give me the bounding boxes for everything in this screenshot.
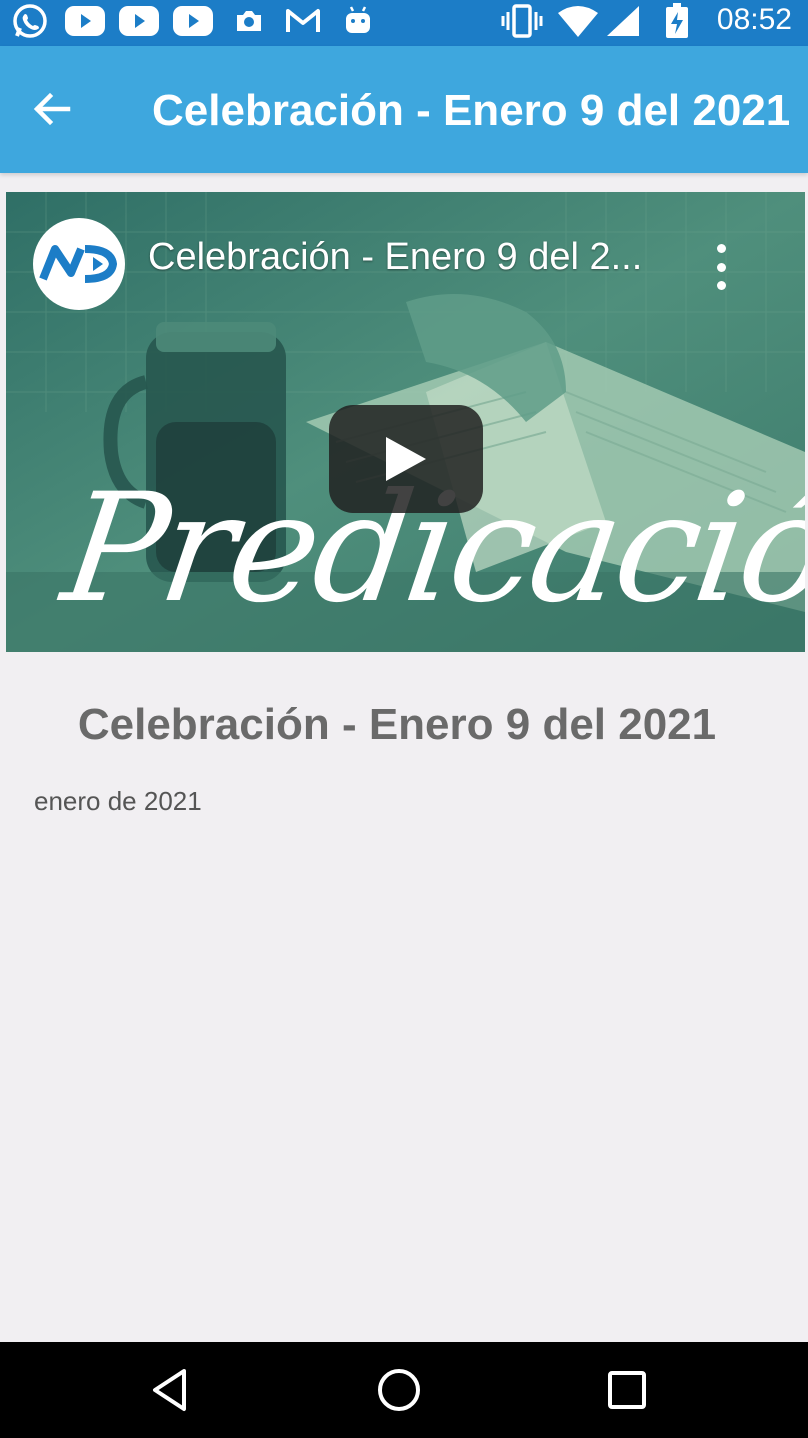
- more-options-icon[interactable]: [706, 244, 736, 290]
- camera-icon: [234, 2, 264, 40]
- gmail-icon: [284, 2, 322, 40]
- youtube-icon: [64, 2, 106, 40]
- channel-logo[interactable]: [33, 218, 125, 310]
- recents-nav-button[interactable]: [597, 1360, 657, 1420]
- navigation-bar: [0, 1342, 808, 1438]
- content-title: Celebración - Enero 9 del 2021: [77, 700, 717, 749]
- signal-icon: [604, 2, 642, 40]
- wifi-icon: [556, 2, 600, 40]
- circle-home-icon: [378, 1369, 420, 1411]
- triangle-back-icon: [153, 1369, 186, 1411]
- whatsapp-icon: [10, 2, 50, 40]
- content-date: enero de 2021: [34, 786, 202, 816]
- play-icon: [386, 437, 426, 481]
- video-player[interactable]: Celebración - Enero 9 del 2... Predicaci…: [6, 192, 805, 652]
- ndv-logo-icon: [39, 245, 118, 283]
- page-title: Celebración - Enero 9 del 2021: [152, 86, 791, 135]
- play-button[interactable]: [329, 405, 483, 513]
- vibrate-icon: [500, 2, 544, 40]
- android-icon: [342, 2, 374, 40]
- app-bar: Celebración - Enero 9 del 2021: [0, 46, 808, 173]
- back-nav-button[interactable]: [140, 1360, 200, 1420]
- square-recents-icon: [608, 1371, 646, 1409]
- screen: 08:52 Celebración - Enero 9 del 2021 Cel…: [0, 0, 808, 1438]
- status-time: 08:52: [716, 3, 792, 36]
- arrow-left-icon: [33, 92, 71, 126]
- status-bar: 08:52: [0, 0, 808, 46]
- back-button[interactable]: [22, 74, 82, 144]
- youtube-icon: [172, 2, 214, 40]
- video-title: Celebración - Enero 9 del 2...: [148, 236, 643, 278]
- youtube-icon: [118, 2, 160, 40]
- home-nav-button[interactable]: [369, 1360, 429, 1420]
- battery-charging-icon: [664, 2, 690, 40]
